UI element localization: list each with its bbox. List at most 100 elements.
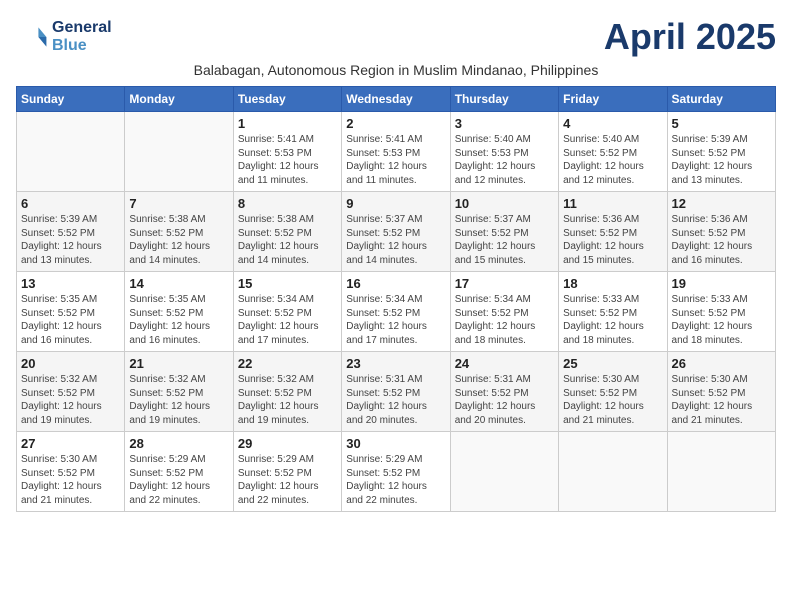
calendar-header-row: SundayMondayTuesdayWednesdayThursdayFrid… (17, 87, 776, 112)
day-info: Sunrise: 5:31 AM Sunset: 5:52 PM Dayligh… (346, 373, 445, 427)
calendar-cell: 21 Sunrise: 5:32 AM Sunset: 5:52 PM Dayli… (125, 352, 233, 432)
calendar-cell: 7Sunrise: 5:38 AM Sunset: 5:52 PM Daylig… (125, 192, 233, 272)
day-number: 7 (129, 196, 228, 211)
calendar-cell: 20Sunrise: 5:32 AM Sunset: 5:52 PM Dayli… (17, 352, 125, 432)
calendar-cell (667, 432, 775, 512)
day-number: 24 (455, 356, 554, 371)
day-number: 3 (455, 116, 554, 131)
calendar-week-1: 1 Sunrise: 5:41 AM Sunset: 5:53 PM Daylig… (17, 112, 776, 192)
day-info: Sunrise: 5:34 AM Sunset: 5:52 PM Dayligh… (346, 293, 445, 347)
day-number: 11 (563, 196, 662, 211)
day-number: 21 (129, 356, 228, 371)
calendar-cell: 8 Sunrise: 5:38 AM Sunset: 5:52 PM Daylig… (233, 192, 341, 272)
day-info: Sunrise: 5:36 AM Sunset: 5:52 PM Dayligh… (563, 213, 662, 267)
column-header-wednesday: Wednesday (342, 87, 450, 112)
day-number: 8 (238, 196, 337, 211)
calendar-cell: 15 Sunrise: 5:34 AM Sunset: 5:52 PM Dayli… (233, 272, 341, 352)
calendar-cell: 6 Sunrise: 5:39 AM Sunset: 5:52 PM Daylig… (17, 192, 125, 272)
calendar-cell: 13Sunrise: 5:35 AM Sunset: 5:52 PM Dayli… (17, 272, 125, 352)
calendar-cell: 1 Sunrise: 5:41 AM Sunset: 5:53 PM Daylig… (233, 112, 341, 192)
day-info: Sunrise: 5:36 AM Sunset: 5:52 PM Dayligh… (672, 213, 771, 267)
day-info: Sunrise: 5:37 AM Sunset: 5:52 PM Dayligh… (455, 213, 554, 267)
day-info: Sunrise: 5:30 AM Sunset: 5:52 PM Dayligh… (672, 373, 771, 427)
day-number: 18 (563, 276, 662, 291)
calendar-cell: 3 Sunrise: 5:40 AM Sunset: 5:53 PM Daylig… (450, 112, 558, 192)
calendar-cell: 22 Sunrise: 5:32 AM Sunset: 5:52 PM Dayli… (233, 352, 341, 432)
calendar-cell: 16Sunrise: 5:34 AM Sunset: 5:52 PM Dayli… (342, 272, 450, 352)
calendar-cell: 17 Sunrise: 5:34 AM Sunset: 5:52 PM Dayli… (450, 272, 558, 352)
calendar-cell (125, 112, 233, 192)
day-number: 17 (455, 276, 554, 291)
subtitle: Balabagan, Autonomous Region in Muslim M… (16, 62, 776, 78)
day-info: Sunrise: 5:39 AM Sunset: 5:52 PM Dayligh… (21, 213, 120, 267)
calendar-cell: 25 Sunrise: 5:30 AM Sunset: 5:52 PM Dayli… (559, 352, 667, 432)
day-number: 12 (672, 196, 771, 211)
calendar-cell: 11 Sunrise: 5:36 AM Sunset: 5:52 PM Dayli… (559, 192, 667, 272)
calendar-cell: 19Sunrise: 5:33 AM Sunset: 5:52 PM Dayli… (667, 272, 775, 352)
column-header-friday: Friday (559, 87, 667, 112)
day-info: Sunrise: 5:37 AM Sunset: 5:52 PM Dayligh… (346, 213, 445, 267)
calendar-cell (559, 432, 667, 512)
day-info: Sunrise: 5:33 AM Sunset: 5:52 PM Dayligh… (563, 293, 662, 347)
calendar-cell: 12 Sunrise: 5:36 AM Sunset: 5:52 PM Dayli… (667, 192, 775, 272)
calendar-cell: 10 Sunrise: 5:37 AM Sunset: 5:52 PM Dayli… (450, 192, 558, 272)
column-header-thursday: Thursday (450, 87, 558, 112)
day-number: 25 (563, 356, 662, 371)
day-number: 22 (238, 356, 337, 371)
day-number: 28 (129, 436, 228, 451)
column-header-sunday: Sunday (17, 87, 125, 112)
day-info: Sunrise: 5:38 AM Sunset: 5:52 PM Dayligh… (238, 213, 337, 267)
day-info: Sunrise: 5:30 AM Sunset: 5:52 PM Dayligh… (21, 453, 120, 507)
calendar-cell: 24Sunrise: 5:31 AM Sunset: 5:52 PM Dayli… (450, 352, 558, 432)
logo: General Blue (16, 19, 112, 55)
day-info: Sunrise: 5:29 AM Sunset: 5:52 PM Dayligh… (346, 453, 445, 507)
day-number: 15 (238, 276, 337, 291)
day-number: 2 (346, 116, 445, 131)
day-info: Sunrise: 5:40 AM Sunset: 5:52 PM Dayligh… (563, 133, 662, 187)
calendar-week-4: 20 Sunrise: 5:32 AM Sunset: 5:52 PM Dayli… (17, 352, 776, 432)
logo-icon (16, 21, 48, 53)
day-number: 4 (563, 116, 662, 131)
day-number: 1 (238, 116, 337, 131)
day-number: 13 (21, 276, 120, 291)
day-number: 6 (21, 196, 120, 211)
day-info: Sunrise: 5:33 AM Sunset: 5:52 PM Dayligh… (672, 293, 771, 347)
calendar-cell: 9 Sunrise: 5:37 AM Sunset: 5:52 PM Daylig… (342, 192, 450, 272)
calendar-cell: 29 Sunrise: 5:29 AM Sunset: 5:52 PM Dayli… (233, 432, 341, 512)
day-info: Sunrise: 5:30 AM Sunset: 5:52 PM Dayligh… (563, 373, 662, 427)
logo-text: General Blue (52, 19, 112, 55)
calendar-cell: 4 Sunrise: 5:40 AM Sunset: 5:52 PM Daylig… (559, 112, 667, 192)
day-number: 10 (455, 196, 554, 211)
month-title: April 2025 (604, 16, 776, 58)
calendar-cell: 5Sunrise: 5:39 AM Sunset: 5:52 PM Daylig… (667, 112, 775, 192)
column-header-monday: Monday (125, 87, 233, 112)
day-info: Sunrise: 5:40 AM Sunset: 5:53 PM Dayligh… (455, 133, 554, 187)
calendar-week-3: 13 Sunrise: 5:35 AM Sunset: 5:52 PM Dayli… (17, 272, 776, 352)
day-number: 26 (672, 356, 771, 371)
day-info: Sunrise: 5:34 AM Sunset: 5:52 PM Dayligh… (455, 293, 554, 347)
day-info: Sunrise: 5:41 AM Sunset: 5:53 PM Dayligh… (346, 133, 445, 187)
calendar-cell: 30 Sunrise: 5:29 AM Sunset: 5:52 PM Dayli… (342, 432, 450, 512)
day-info: Sunrise: 5:32 AM Sunset: 5:52 PM Dayligh… (238, 373, 337, 427)
day-number: 14 (129, 276, 228, 291)
calendar-cell: 26 Sunrise: 5:30 AM Sunset: 5:52 PM Dayli… (667, 352, 775, 432)
day-info: Sunrise: 5:35 AM Sunset: 5:52 PM Dayligh… (129, 293, 228, 347)
day-number: 20 (21, 356, 120, 371)
calendar-cell: 28 Sunrise: 5:29 AM Sunset: 5:52 PM Dayli… (125, 432, 233, 512)
day-info: Sunrise: 5:29 AM Sunset: 5:52 PM Dayligh… (238, 453, 337, 507)
column-header-saturday: Saturday (667, 87, 775, 112)
day-number: 27 (21, 436, 120, 451)
day-number: 29 (238, 436, 337, 451)
day-info: Sunrise: 5:29 AM Sunset: 5:52 PM Dayligh… (129, 453, 228, 507)
column-header-tuesday: Tuesday (233, 87, 341, 112)
day-info: Sunrise: 5:39 AM Sunset: 5:52 PM Dayligh… (672, 133, 771, 187)
calendar-cell (17, 112, 125, 192)
day-number: 9 (346, 196, 445, 211)
day-info: Sunrise: 5:34 AM Sunset: 5:52 PM Dayligh… (238, 293, 337, 347)
day-info: Sunrise: 5:32 AM Sunset: 5:52 PM Dayligh… (129, 373, 228, 427)
calendar-cell: 18 Sunrise: 5:33 AM Sunset: 5:52 PM Dayli… (559, 272, 667, 352)
calendar-week-5: 27 Sunrise: 5:30 AM Sunset: 5:52 PM Dayli… (17, 432, 776, 512)
day-info: Sunrise: 5:41 AM Sunset: 5:53 PM Dayligh… (238, 133, 337, 187)
day-number: 30 (346, 436, 445, 451)
calendar-cell: 23Sunrise: 5:31 AM Sunset: 5:52 PM Dayli… (342, 352, 450, 432)
